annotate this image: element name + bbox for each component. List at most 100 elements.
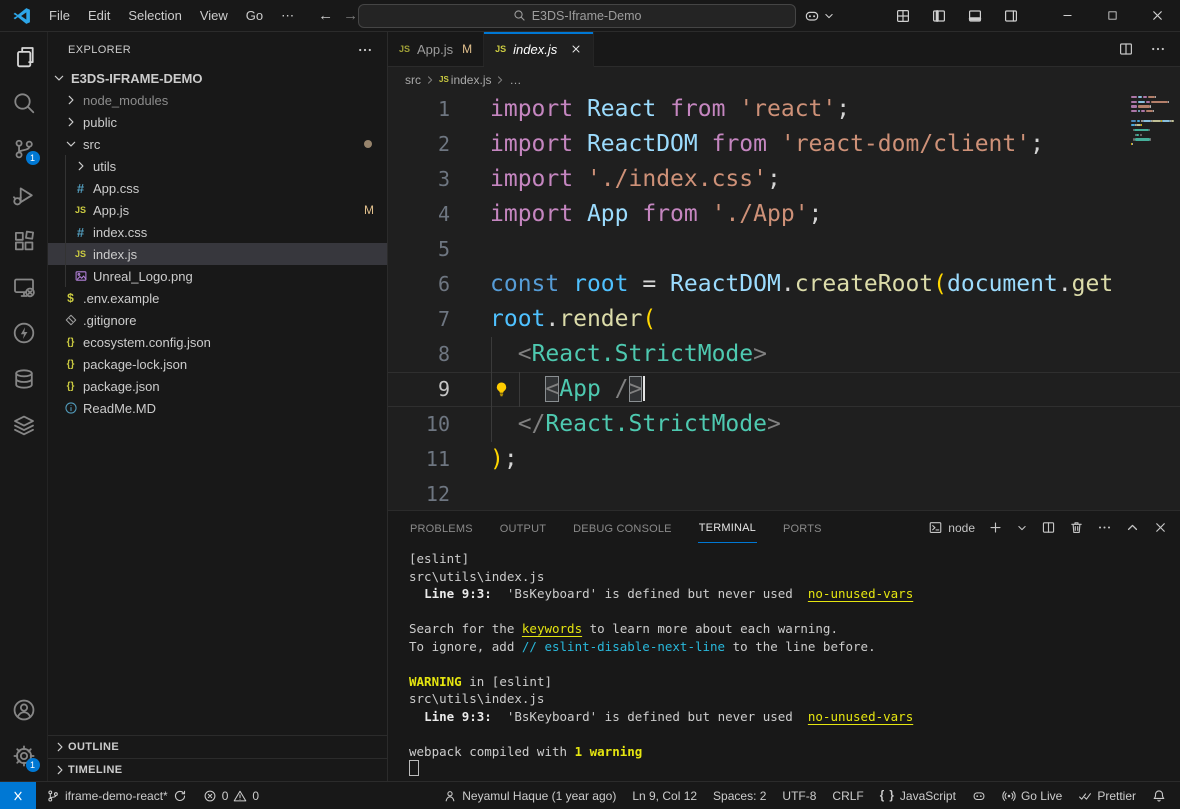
tree-item--env-example[interactable]: $.env.example	[48, 287, 387, 309]
menu-item-go[interactable]: Go	[238, 5, 271, 26]
panel-more-actions[interactable]	[1097, 520, 1112, 535]
code-line-2[interactable]: 2import ReactDOM from 'react-dom/client'…	[388, 127, 1180, 162]
breadcrumb-item[interactable]: JSindex.js	[439, 73, 491, 87]
status-remote-indicator[interactable]	[0, 782, 36, 809]
terminal-output[interactable]: [eslint]src\utils\index.js Line 9:3: 'Bs…	[388, 544, 1180, 781]
tab-app-js[interactable]: JSApp.jsM	[388, 32, 484, 66]
code-line-4[interactable]: 4import App from './App';	[388, 197, 1180, 232]
breadcrumb-item[interactable]: src	[405, 73, 421, 87]
panel-tab-output[interactable]: OUTPUT	[499, 513, 547, 543]
minimize-button[interactable]	[1045, 0, 1090, 32]
code-line-11[interactable]: 11);	[388, 442, 1180, 477]
status-prettier[interactable]: Prettier	[1070, 782, 1144, 809]
back-arrow-icon[interactable]: ←	[318, 7, 333, 24]
tree-item-readme-md[interactable]: ReadMe.MD	[48, 397, 387, 419]
toggle-primary-sidebar-button[interactable]	[931, 8, 947, 24]
code-line-3[interactable]: 3import './index.css';	[388, 162, 1180, 197]
breadcrumb-item[interactable]: …	[509, 73, 521, 87]
lightbulb-icon[interactable]	[493, 381, 510, 398]
status-cursor-position[interactable]: Ln 9, Col 12	[624, 782, 705, 809]
code-line-9[interactable]: 9 <App />	[388, 372, 1180, 407]
sidebar-section-outline[interactable]: OUTLINE	[48, 735, 387, 758]
code-line-1[interactable]: 1import React from 'react';	[388, 92, 1180, 127]
code-line-5[interactable]: 5	[388, 232, 1180, 267]
tree-item-index-css[interactable]: #index.css	[48, 221, 387, 243]
activity-thunder-client[interactable]	[0, 310, 48, 356]
tab-close-icon[interactable]	[570, 43, 582, 55]
close-panel-button[interactable]	[1153, 520, 1168, 535]
code-line-7[interactable]: 7root.render(	[388, 302, 1180, 337]
new-terminal-button[interactable]	[988, 520, 1003, 535]
tree-item-app-js[interactable]: JSApp.jsM	[48, 199, 387, 221]
activity-database[interactable]	[0, 356, 48, 402]
activity-extensions[interactable]	[0, 218, 48, 264]
tree-item-unreal-logo-png[interactable]: Unreal_Logo.png	[48, 265, 387, 287]
terminal-instance-label[interactable]: node	[928, 520, 975, 535]
tree-item-package-lock-json[interactable]: {}package-lock.json	[48, 353, 387, 375]
activity-run-debug[interactable]	[0, 172, 48, 218]
status-copilot-status[interactable]	[964, 782, 994, 809]
menu-item-file[interactable]: File	[41, 5, 78, 26]
tree-item-node-modules[interactable]: node_modules	[48, 89, 387, 111]
menu-item-more[interactable]: ⋯	[273, 5, 302, 27]
sidebar-section-timeline[interactable]: TIMELINE	[48, 758, 387, 781]
code-line-12[interactable]: 12	[388, 477, 1180, 510]
command-center-search[interactable]: E3DS-Iframe-Demo	[358, 4, 796, 28]
activity-source-control[interactable]: 1	[0, 126, 48, 172]
split-editor-button[interactable]	[1118, 41, 1134, 57]
tree-item-utils[interactable]: utils	[48, 155, 387, 177]
tab-index-js[interactable]: JSindex.js	[484, 32, 594, 67]
terminal-text[interactable]: no-unused-vars	[808, 709, 913, 724]
status-problems[interactable]: 00	[195, 782, 267, 809]
activity-explorer[interactable]	[0, 34, 48, 80]
status-language-mode[interactable]: { }JavaScript	[872, 782, 964, 809]
editor-more-actions[interactable]	[1150, 41, 1166, 57]
code-line-10[interactable]: 10 </React.StrictMode>	[388, 407, 1180, 442]
tree-item-ecosystem-config-json[interactable]: {}ecosystem.config.json	[48, 331, 387, 353]
code-line-8[interactable]: 8 <React.StrictMode>	[388, 337, 1180, 372]
activity-accounts[interactable]	[0, 687, 48, 733]
activity-remote-explorer[interactable]	[0, 264, 48, 310]
tree-root-folder[interactable]: E3DS-IFRAME-DEMO	[48, 67, 387, 89]
code-editor[interactable]: 1import React from 'react';2import React…	[388, 92, 1180, 510]
split-terminal-button[interactable]	[1041, 520, 1056, 535]
tree-item-public[interactable]: public	[48, 111, 387, 133]
customize-layout-button[interactable]	[895, 8, 911, 24]
minimap[interactable]	[1129, 94, 1177, 166]
panel-tab-terminal[interactable]: TERMINAL	[698, 512, 757, 543]
maximize-button[interactable]	[1090, 0, 1135, 32]
maximize-panel-button[interactable]	[1125, 520, 1140, 535]
terminal-text[interactable]: keywords	[522, 621, 582, 636]
tree-item-src[interactable]: src	[48, 133, 387, 155]
status-git-blame[interactable]: Neyamul Haque (1 year ago)	[435, 782, 624, 809]
status-eol[interactable]: CRLF	[824, 782, 871, 809]
tree-item-package-json[interactable]: {}package.json	[48, 375, 387, 397]
tree-item--gitignore[interactable]: .gitignore	[48, 309, 387, 331]
activity-search[interactable]	[0, 80, 48, 126]
status-go-live[interactable]: Go Live	[994, 782, 1070, 809]
tree-item-index-js[interactable]: JSindex.js	[48, 243, 387, 265]
kill-terminal-button[interactable]	[1069, 520, 1084, 535]
explorer-more-actions[interactable]	[357, 42, 373, 58]
close-window-button[interactable]	[1135, 0, 1180, 32]
terminal-launch-select[interactable]	[1016, 522, 1028, 534]
terminal-text[interactable]: no-unused-vars	[808, 586, 913, 601]
status-encoding[interactable]: UTF-8	[774, 782, 824, 809]
forward-arrow-icon[interactable]: →	[343, 7, 358, 24]
status-notifications[interactable]	[1144, 782, 1174, 809]
tree-item-app-css[interactable]: #App.css	[48, 177, 387, 199]
status-git-branch[interactable]: iframe-demo-react*	[38, 782, 195, 809]
menu-item-view[interactable]: View	[192, 5, 236, 26]
toggle-panel-button[interactable]	[967, 8, 983, 24]
copilot-menu[interactable]	[804, 8, 835, 24]
code-line-6[interactable]: 6const root = ReactDOM.createRoot(docume…	[388, 267, 1180, 302]
panel-tab-ports[interactable]: PORTS	[782, 513, 823, 543]
menu-item-edit[interactable]: Edit	[80, 5, 118, 26]
panel-tab-debug-console[interactable]: DEBUG CONSOLE	[572, 513, 673, 543]
toggle-secondary-sidebar-button[interactable]	[1003, 8, 1019, 24]
panel-tab-problems[interactable]: PROBLEMS	[409, 513, 474, 543]
status-indentation[interactable]: Spaces: 2	[705, 782, 774, 809]
activity-layers[interactable]	[0, 402, 48, 448]
activity-settings[interactable]: 1	[0, 733, 48, 779]
menu-item-selection[interactable]: Selection	[120, 5, 189, 26]
